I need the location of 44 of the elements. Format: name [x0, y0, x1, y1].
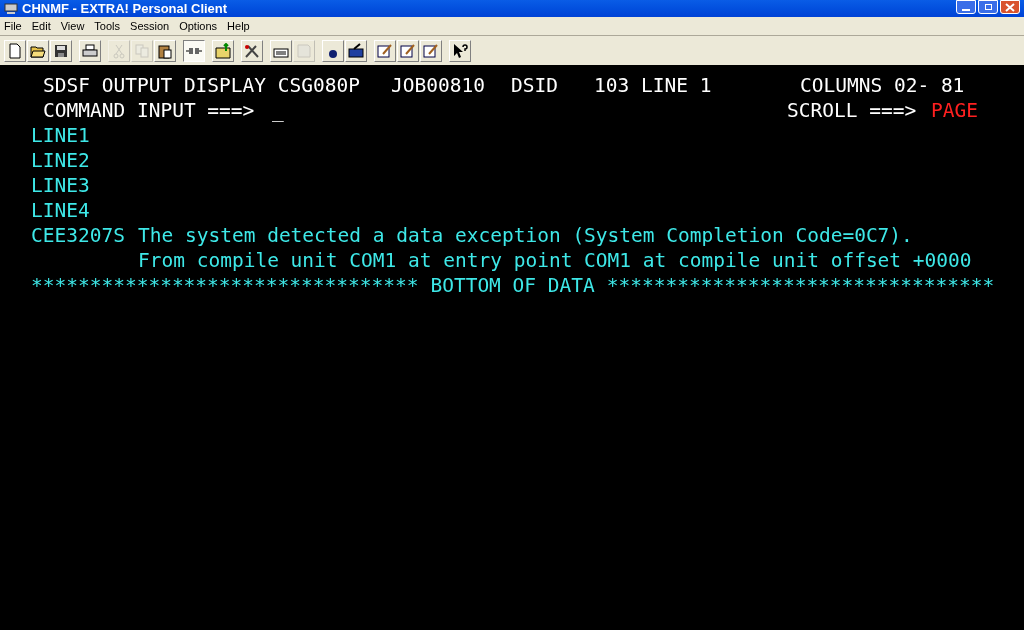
help-icon	[452, 42, 468, 59]
minimize-button[interactable]	[956, 0, 976, 14]
scroll-label: SCROLL ===>	[787, 98, 918, 123]
copy-icon	[134, 42, 150, 59]
close-icon	[1005, 2, 1015, 12]
bottom-of-data: BOTTOM OF DATA	[430, 273, 595, 298]
pencil-icon	[423, 42, 439, 59]
columns-range: COLUMNS 02- 81	[800, 73, 965, 98]
screen-title: SDSF OUTPUT DISPLAY CSG080P	[43, 73, 361, 98]
message-id: LINE1	[31, 123, 90, 148]
line-position: 103 LINE 1	[594, 73, 713, 98]
output-line: The system detected a data exception (System Completion Code=0C7).	[138, 223, 913, 248]
menu-item[interactable]: View	[60, 17, 85, 35]
menu-item[interactable]: File	[4, 17, 22, 35]
menu-item[interactable]: Help	[227, 17, 250, 35]
tools-icon	[244, 42, 260, 59]
close-button[interactable]	[1000, 0, 1020, 14]
terminal-icon	[4, 2, 18, 15]
asterisk-rule: *********************************	[606, 273, 995, 298]
scroll-value[interactable]: PAGE	[931, 98, 978, 123]
message-id: LINE3	[31, 173, 90, 198]
command-label: COMMAND INPUT ===>	[43, 98, 256, 123]
output-line: From compile unit COM1 at entry point COM1 at compile unit offset +0000	[138, 248, 972, 273]
folder-arrow-icon	[215, 42, 231, 59]
asterisk-rule: *********************************	[31, 273, 419, 298]
printer-icon	[82, 42, 98, 59]
message-id: CEE3207S	[31, 223, 126, 248]
menu-item[interactable]: Edit	[31, 17, 51, 35]
restore-button[interactable]	[978, 0, 998, 14]
dot-icon	[329, 49, 337, 58]
page-icon	[7, 42, 23, 59]
message-id: LINE2	[31, 148, 90, 173]
menu-item[interactable]: Tools	[94, 17, 121, 35]
job-id: JOB00810	[391, 73, 486, 98]
menu-item[interactable]: Options	[179, 17, 218, 35]
dsid-label: DSID	[511, 73, 559, 98]
command-input[interactable]: _	[272, 98, 787, 123]
window-title: CHNMF - EXTRA! Personal Client	[22, 2, 228, 15]
menu-item[interactable]: Session	[130, 17, 170, 35]
pencil-icon	[377, 42, 393, 59]
pencil-icon	[400, 42, 416, 59]
message-id: LINE4	[31, 198, 90, 223]
clipboard-icon	[157, 42, 173, 59]
scissors-icon	[111, 42, 127, 59]
